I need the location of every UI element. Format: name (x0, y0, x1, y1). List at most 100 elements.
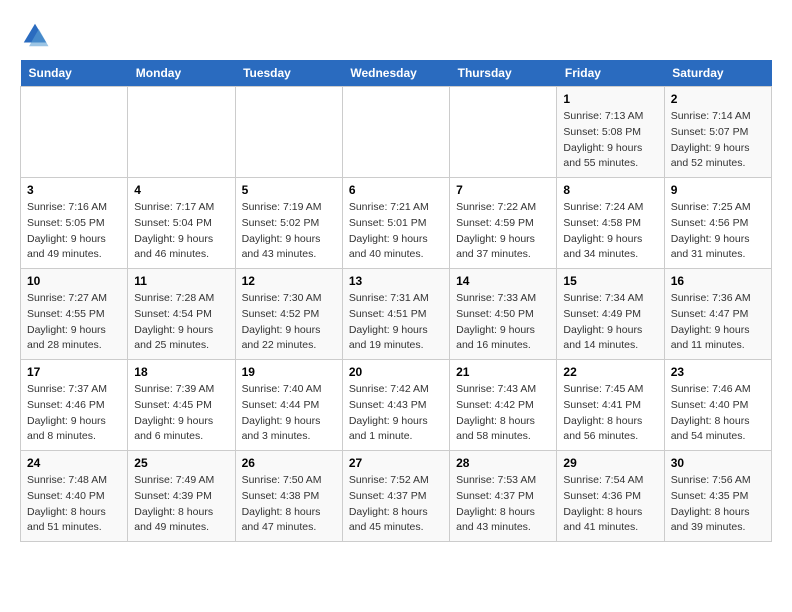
week-row-0: 1 Sunrise: 7:13 AM Sunset: 5:08 PM Daylig… (21, 87, 772, 178)
day-cell: 6 Sunrise: 7:21 AM Sunset: 5:01 PM Daylig… (342, 178, 449, 269)
day-info: Sunrise: 7:25 AM Sunset: 4:56 PM Dayligh… (671, 200, 765, 263)
header-cell-tuesday: Tuesday (235, 60, 342, 87)
day-info: Sunrise: 7:52 AM Sunset: 4:37 PM Dayligh… (349, 473, 443, 536)
day-number: 30 (671, 456, 765, 470)
day-info: Sunrise: 7:31 AM Sunset: 4:51 PM Dayligh… (349, 291, 443, 354)
day-number: 26 (242, 456, 336, 470)
day-cell (235, 87, 342, 178)
day-cell: 20 Sunrise: 7:42 AM Sunset: 4:43 PM Dayli… (342, 360, 449, 451)
day-number: 24 (27, 456, 121, 470)
day-number: 16 (671, 274, 765, 288)
header-cell-wednesday: Wednesday (342, 60, 449, 87)
day-cell: 19 Sunrise: 7:40 AM Sunset: 4:44 PM Dayli… (235, 360, 342, 451)
day-number: 9 (671, 183, 765, 197)
day-cell: 15 Sunrise: 7:34 AM Sunset: 4:49 PM Dayli… (557, 269, 664, 360)
header-cell-monday: Monday (128, 60, 235, 87)
day-cell: 29 Sunrise: 7:54 AM Sunset: 4:36 PM Dayli… (557, 451, 664, 542)
day-number: 14 (456, 274, 550, 288)
day-cell: 9 Sunrise: 7:25 AM Sunset: 4:56 PM Daylig… (664, 178, 771, 269)
day-info: Sunrise: 7:42 AM Sunset: 4:43 PM Dayligh… (349, 382, 443, 445)
day-cell: 17 Sunrise: 7:37 AM Sunset: 4:46 PM Dayli… (21, 360, 128, 451)
day-cell: 4 Sunrise: 7:17 AM Sunset: 5:04 PM Daylig… (128, 178, 235, 269)
logo-icon (20, 20, 50, 50)
page-header (20, 20, 772, 50)
day-cell: 23Sunrise: 7:46 AM Sunset: 4:40 PM Dayli… (664, 360, 771, 451)
header-cell-saturday: Saturday (664, 60, 771, 87)
day-cell: 1 Sunrise: 7:13 AM Sunset: 5:08 PM Daylig… (557, 87, 664, 178)
day-info: Sunrise: 7:27 AM Sunset: 4:55 PM Dayligh… (27, 291, 121, 354)
day-info: Sunrise: 7:54 AM Sunset: 4:36 PM Dayligh… (563, 473, 657, 536)
day-number: 20 (349, 365, 443, 379)
header-cell-friday: Friday (557, 60, 664, 87)
day-info: Sunrise: 7:19 AM Sunset: 5:02 PM Dayligh… (242, 200, 336, 263)
day-number: 25 (134, 456, 228, 470)
day-info: Sunrise: 7:30 AM Sunset: 4:52 PM Dayligh… (242, 291, 336, 354)
day-cell: 7 Sunrise: 7:22 AM Sunset: 4:59 PM Daylig… (450, 178, 557, 269)
header-cell-sunday: Sunday (21, 60, 128, 87)
day-number: 22 (563, 365, 657, 379)
day-info: Sunrise: 7:34 AM Sunset: 4:49 PM Dayligh… (563, 291, 657, 354)
day-info: Sunrise: 7:53 AM Sunset: 4:37 PM Dayligh… (456, 473, 550, 536)
day-info: Sunrise: 7:33 AM Sunset: 4:50 PM Dayligh… (456, 291, 550, 354)
day-cell: 27 Sunrise: 7:52 AM Sunset: 4:37 PM Dayli… (342, 451, 449, 542)
week-row-1: 3 Sunrise: 7:16 AM Sunset: 5:05 PM Daylig… (21, 178, 772, 269)
day-number: 8 (563, 183, 657, 197)
day-info: Sunrise: 7:43 AM Sunset: 4:42 PM Dayligh… (456, 382, 550, 445)
day-cell (450, 87, 557, 178)
day-number: 5 (242, 183, 336, 197)
day-number: 4 (134, 183, 228, 197)
day-info: Sunrise: 7:37 AM Sunset: 4:46 PM Dayligh… (27, 382, 121, 445)
day-number: 18 (134, 365, 228, 379)
day-cell: 21 Sunrise: 7:43 AM Sunset: 4:42 PM Dayli… (450, 360, 557, 451)
day-cell: 5 Sunrise: 7:19 AM Sunset: 5:02 PM Daylig… (235, 178, 342, 269)
day-cell (128, 87, 235, 178)
day-cell: 16Sunrise: 7:36 AM Sunset: 4:47 PM Dayli… (664, 269, 771, 360)
day-info: Sunrise: 7:48 AM Sunset: 4:40 PM Dayligh… (27, 473, 121, 536)
day-number: 19 (242, 365, 336, 379)
day-info: Sunrise: 7:49 AM Sunset: 4:39 PM Dayligh… (134, 473, 228, 536)
day-number: 2 (671, 92, 765, 106)
day-info: Sunrise: 7:13 AM Sunset: 5:08 PM Dayligh… (563, 109, 657, 172)
day-cell: 10 Sunrise: 7:27 AM Sunset: 4:55 PM Dayli… (21, 269, 128, 360)
day-number: 28 (456, 456, 550, 470)
day-info: Sunrise: 7:40 AM Sunset: 4:44 PM Dayligh… (242, 382, 336, 445)
day-number: 6 (349, 183, 443, 197)
day-info: Sunrise: 7:21 AM Sunset: 5:01 PM Dayligh… (349, 200, 443, 263)
day-cell: 24 Sunrise: 7:48 AM Sunset: 4:40 PM Dayli… (21, 451, 128, 542)
day-number: 3 (27, 183, 121, 197)
day-number: 17 (27, 365, 121, 379)
week-row-2: 10 Sunrise: 7:27 AM Sunset: 4:55 PM Dayli… (21, 269, 772, 360)
day-cell: 26 Sunrise: 7:50 AM Sunset: 4:38 PM Dayli… (235, 451, 342, 542)
day-number: 23 (671, 365, 765, 379)
day-info: Sunrise: 7:14 AM Sunset: 5:07 PM Dayligh… (671, 109, 765, 172)
week-row-3: 17 Sunrise: 7:37 AM Sunset: 4:46 PM Dayli… (21, 360, 772, 451)
day-number: 27 (349, 456, 443, 470)
day-cell: 22 Sunrise: 7:45 AM Sunset: 4:41 PM Dayli… (557, 360, 664, 451)
day-cell: 12 Sunrise: 7:30 AM Sunset: 4:52 PM Dayli… (235, 269, 342, 360)
day-cell: 2 Sunrise: 7:14 AM Sunset: 5:07 PM Daylig… (664, 87, 771, 178)
header-cell-thursday: Thursday (450, 60, 557, 87)
day-number: 15 (563, 274, 657, 288)
day-info: Sunrise: 7:17 AM Sunset: 5:04 PM Dayligh… (134, 200, 228, 263)
day-number: 1 (563, 92, 657, 106)
day-cell (21, 87, 128, 178)
day-info: Sunrise: 7:45 AM Sunset: 4:41 PM Dayligh… (563, 382, 657, 445)
day-number: 11 (134, 274, 228, 288)
day-number: 10 (27, 274, 121, 288)
day-cell: 25 Sunrise: 7:49 AM Sunset: 4:39 PM Dayli… (128, 451, 235, 542)
day-info: Sunrise: 7:50 AM Sunset: 4:38 PM Dayligh… (242, 473, 336, 536)
day-cell: 3 Sunrise: 7:16 AM Sunset: 5:05 PM Daylig… (21, 178, 128, 269)
day-info: Sunrise: 7:24 AM Sunset: 4:58 PM Dayligh… (563, 200, 657, 263)
day-cell: 8 Sunrise: 7:24 AM Sunset: 4:58 PM Daylig… (557, 178, 664, 269)
day-cell: 28 Sunrise: 7:53 AM Sunset: 4:37 PM Dayli… (450, 451, 557, 542)
day-cell: 13 Sunrise: 7:31 AM Sunset: 4:51 PM Dayli… (342, 269, 449, 360)
day-number: 13 (349, 274, 443, 288)
day-number: 29 (563, 456, 657, 470)
day-number: 12 (242, 274, 336, 288)
day-info: Sunrise: 7:22 AM Sunset: 4:59 PM Dayligh… (456, 200, 550, 263)
week-row-4: 24 Sunrise: 7:48 AM Sunset: 4:40 PM Dayli… (21, 451, 772, 542)
day-number: 7 (456, 183, 550, 197)
day-cell (342, 87, 449, 178)
day-info: Sunrise: 7:16 AM Sunset: 5:05 PM Dayligh… (27, 200, 121, 263)
day-number: 21 (456, 365, 550, 379)
